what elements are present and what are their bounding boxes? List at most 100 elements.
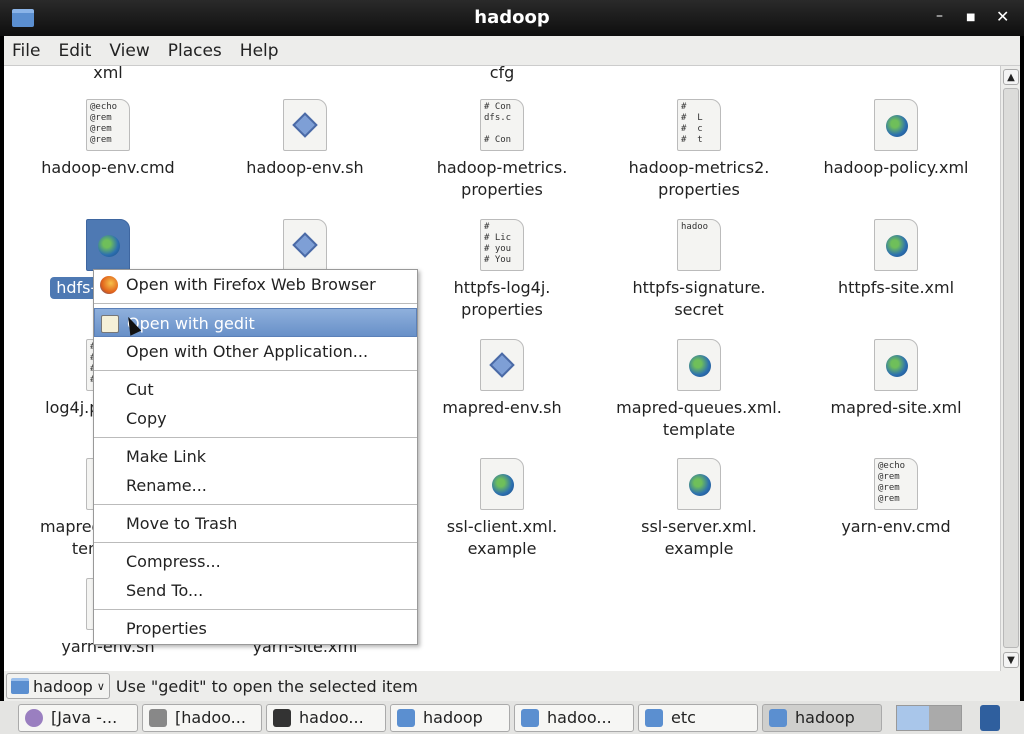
file-item[interactable]: mapred-env.sh xyxy=(407,339,597,419)
trash-icon[interactable] xyxy=(980,704,1000,731)
file-item[interactable]: httpfs-site.xml xyxy=(801,219,991,299)
file-name: ssl-server.xml. example xyxy=(641,517,757,558)
menu-item-label: Cut xyxy=(126,380,154,399)
gedit-icon xyxy=(101,315,119,333)
menu-item-label: Open with Other Application... xyxy=(126,342,369,361)
text-file-icon: # # L # c # t xyxy=(677,99,721,151)
workspace-1[interactable] xyxy=(897,705,929,730)
web-document-icon xyxy=(677,458,721,510)
file-item[interactable]: ssl-server.xml. example xyxy=(604,458,794,560)
menu-item-open-with-other-application[interactable]: Open with Other Application... xyxy=(94,337,417,366)
file-item[interactable]: # # Lic # you # You httpfs-log4j. propert… xyxy=(407,219,597,321)
menu-separator xyxy=(94,437,417,438)
web-document-icon xyxy=(874,99,918,151)
close-button[interactable]: ✕ xyxy=(996,7,1009,26)
title-bar: hadoop – ■ ✕ xyxy=(0,0,1024,36)
taskbar-item[interactable]: [Java -... xyxy=(18,703,138,732)
file-item[interactable]: hadoop-env.sh xyxy=(210,99,400,179)
minimize-button[interactable]: – xyxy=(936,8,943,24)
web-document-icon xyxy=(874,339,918,391)
menu-item-open-with-firefox-web-browser[interactable]: Open with Firefox Web Browser xyxy=(94,270,417,299)
file-item[interactable]: hadoop-policy.xml xyxy=(801,99,991,179)
file-name: hadoop-policy.xml xyxy=(823,158,969,177)
folder-icon xyxy=(769,708,787,727)
script-file-icon xyxy=(283,219,327,271)
taskbar-label: hadoo... xyxy=(299,708,364,727)
taskbar-item[interactable]: hadoo... xyxy=(266,703,386,732)
context-menu: Open with Firefox Web Browser Open with g… xyxy=(93,269,418,645)
menu-file[interactable]: File xyxy=(12,41,40,61)
terminal-icon xyxy=(273,708,291,727)
path-label: hadoop xyxy=(33,676,93,696)
text-file-icon: hadoo xyxy=(677,219,721,271)
menu-item-cut[interactable]: Cut xyxy=(94,375,417,404)
menu-item-rename[interactable]: Rename... xyxy=(94,471,417,500)
taskbar-item[interactable]: [hadoo... xyxy=(142,703,262,732)
maximize-button[interactable]: ■ xyxy=(966,12,975,23)
menu-item-label: Send To... xyxy=(126,581,204,600)
file-item[interactable]: # Con dfs.c # Con hadoop-metrics. propert… xyxy=(407,99,597,201)
menu-item-label: Copy xyxy=(126,409,167,428)
script-file-icon xyxy=(283,99,327,151)
menu-item-label: Rename... xyxy=(126,476,207,495)
menu-edit[interactable]: Edit xyxy=(58,41,91,61)
workspace-2[interactable] xyxy=(929,705,961,730)
taskbar-item[interactable]: hadoop xyxy=(762,703,882,732)
path-dropdown[interactable]: hadoop ∨ xyxy=(6,673,110,699)
menu-help[interactable]: Help xyxy=(240,41,279,61)
firefox-icon xyxy=(100,276,118,294)
menu-item-label: Open with Firefox Web Browser xyxy=(126,275,376,294)
menu-separator xyxy=(94,303,417,304)
scroll-down-button[interactable]: ▼ xyxy=(1003,652,1019,668)
menu-item-label: Make Link xyxy=(126,447,206,466)
scroll-thumb[interactable] xyxy=(1003,88,1019,648)
file-name: hadoop-env.cmd xyxy=(41,158,175,177)
file-item[interactable]: # # L # c # t hadoop-metrics2. properties xyxy=(604,99,794,201)
file-name: ssl-client.xml. example xyxy=(446,517,558,558)
vertical-scrollbar[interactable]: ▲ ▼ xyxy=(1000,66,1020,671)
file-name: mapred-site.xml xyxy=(830,398,962,417)
menu-item-make-link[interactable]: Make Link xyxy=(94,442,417,471)
taskbar-item[interactable]: hadoop xyxy=(390,703,510,732)
menu-item-label: Properties xyxy=(126,619,207,638)
text-file-icon: # # Lic # you # You xyxy=(480,219,524,271)
folder-icon xyxy=(645,708,663,727)
file-label-partial: xml xyxy=(93,66,123,82)
web-document-icon xyxy=(86,219,130,271)
chevron-down-icon: ∨ xyxy=(96,679,105,693)
file-name: hadoop-env.sh xyxy=(246,158,364,177)
menu-places[interactable]: Places xyxy=(168,41,222,61)
web-document-icon xyxy=(874,219,918,271)
menu-separator xyxy=(94,370,417,371)
file-item[interactable]: hadoo httpfs-signature. secret xyxy=(604,219,794,321)
status-bar: hadoop ∨ Use "gedit" to open the selecte… xyxy=(4,671,1020,701)
menu-item-properties[interactable]: Properties xyxy=(94,614,417,643)
eclipse-icon xyxy=(25,708,43,727)
file-item[interactable]: ssl-client.xml. example xyxy=(407,458,597,560)
file-item[interactable]: mapred-site.xml xyxy=(801,339,991,419)
folder-icon xyxy=(521,708,539,727)
file-item[interactable]: @echo @rem @rem @rem hadoop-env.cmd xyxy=(13,99,203,179)
web-document-icon xyxy=(677,339,721,391)
folder-icon xyxy=(397,708,415,727)
menu-view[interactable]: View xyxy=(109,41,149,61)
file-name: yarn-env.cmd xyxy=(841,517,951,536)
menu-item-send-to[interactable]: Send To... xyxy=(94,576,417,605)
workspace-switcher[interactable] xyxy=(896,704,962,731)
terminal-icon xyxy=(149,708,167,727)
taskbar-label: hadoop xyxy=(423,708,483,727)
script-file-icon xyxy=(480,339,524,391)
menu-item-open-with-gedit[interactable]: Open with gedit xyxy=(94,308,417,337)
file-item[interactable]: mapred-queues.xml. template xyxy=(604,339,794,441)
taskbar-label: hadoo... xyxy=(547,708,612,727)
menu-item-move-to-trash[interactable]: Move to Trash xyxy=(94,509,417,538)
menu-separator xyxy=(94,542,417,543)
menu-item-compress[interactable]: Compress... xyxy=(94,547,417,576)
menu-bar: File Edit View Places Help xyxy=(4,36,1020,66)
menu-item-copy[interactable]: Copy xyxy=(94,404,417,433)
scroll-up-button[interactable]: ▲ xyxy=(1003,69,1019,85)
taskbar-item[interactable]: hadoo... xyxy=(514,703,634,732)
taskbar-item[interactable]: etc xyxy=(638,703,758,732)
file-item[interactable]: @echo @rem @rem @rem yarn-env.cmd xyxy=(801,458,991,538)
taskbar-label: [Java -... xyxy=(51,708,118,727)
